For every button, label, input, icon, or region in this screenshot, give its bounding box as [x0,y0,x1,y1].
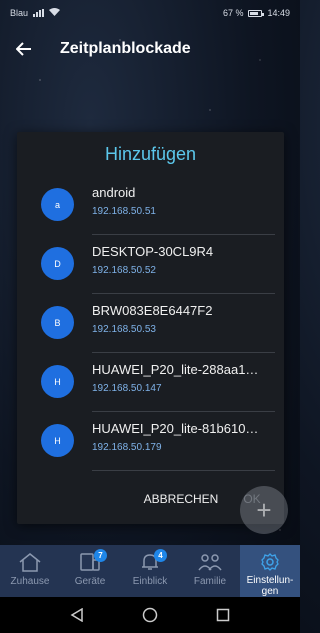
nav-recents-button[interactable] [207,599,239,631]
device-ip: 192.168.50.179 [92,442,162,453]
cancel-button[interactable]: ABBRECHEN [139,488,223,510]
device-avatar: D [41,247,74,280]
nav-home-button[interactable] [134,599,166,631]
device-name: BRW083E8E6447F2 [92,303,213,318]
tab-familie[interactable]: Familie [180,545,240,597]
page-title: Zeitplanblockade [60,40,191,57]
square-recents-icon [217,608,230,622]
row-divider [92,470,275,471]
app-header: Zeitplanblockade [0,28,300,70]
triangle-back-icon [70,608,83,622]
device-row-desktop[interactable]: D DESKTOP-30CL9R4 192.168.50.52 [17,235,284,294]
device-ip: 192.168.50.53 [92,324,156,335]
device-list: a android 192.168.50.51 D DESKTOP-30CL9R… [17,176,284,471]
device-ip: 192.168.50.147 [92,383,162,394]
battery-icon [248,9,265,17]
dialog-title: Hinzufügen [104,144,197,164]
device-avatar: a [41,188,74,221]
tab-label: Einstellun- gen [246,575,294,597]
tab-einblick[interactable]: 4 Einblick [120,545,180,597]
nav-back-button[interactable] [61,599,93,631]
tab-zuhause[interactable]: Zuhause [0,545,60,597]
device-row-android[interactable]: a android 192.168.50.51 [17,176,284,235]
add-device-dialog: Hinzufügen a android 192.168.50.51 D DES… [17,132,284,524]
devices-badge: 7 [94,549,107,562]
status-bar: Blau 67 % 14:49 [0,0,300,26]
tab-einstellungen[interactable]: Einstellun- gen [240,545,300,597]
bottom-tab-bar: Zuhause 7 Geräte 4 Einblick Familie Eins… [0,545,300,597]
arrow-left-icon [16,42,31,56]
tab-label: Geräte [74,576,106,587]
tab-label: Zuhause [10,576,50,587]
tab-label: Familie [193,576,227,587]
device-row-huawei-1[interactable]: H HUAWEI_P20_lite-288aa1… 192.168.50.147 [17,353,284,412]
device-name: HUAWEI_P20_lite-288aa1… [92,362,259,377]
carrier-label: Blau [10,8,29,18]
device-name: HUAWEI_P20_lite-81b610… [92,421,259,436]
tab-label: Einblick [132,576,168,587]
device-avatar: H [41,365,74,398]
tab-geraete[interactable]: 7 Geräte [60,545,120,597]
clock: 14:49 [267,8,290,18]
signal-icon [33,9,45,17]
family-icon [197,551,223,573]
device-name: DESKTOP-30CL9R4 [92,244,214,259]
insight-badge: 4 [154,549,167,562]
device-ip: 192.168.50.52 [92,265,156,276]
device-row-huawei-2[interactable]: H HUAWEI_P20_lite-81b610… 192.168.50.179 [17,412,284,471]
wifi-icon [49,8,61,18]
circle-home-icon [142,607,158,623]
device-name: android [92,185,136,200]
device-row-brw[interactable]: B BRW083E8E6447F2 192.168.50.53 [17,294,284,353]
device-avatar: H [41,424,74,457]
device-ip: 192.168.50.51 [92,206,156,217]
back-button[interactable] [0,28,48,70]
system-nav-bar [0,597,300,633]
house-icon [17,551,43,573]
gear-icon [257,551,283,572]
battery-percent: 67 % [222,8,244,18]
add-fab-button[interactable]: + [240,486,288,534]
device-avatar: B [41,306,74,339]
plus-icon: + [256,495,272,525]
